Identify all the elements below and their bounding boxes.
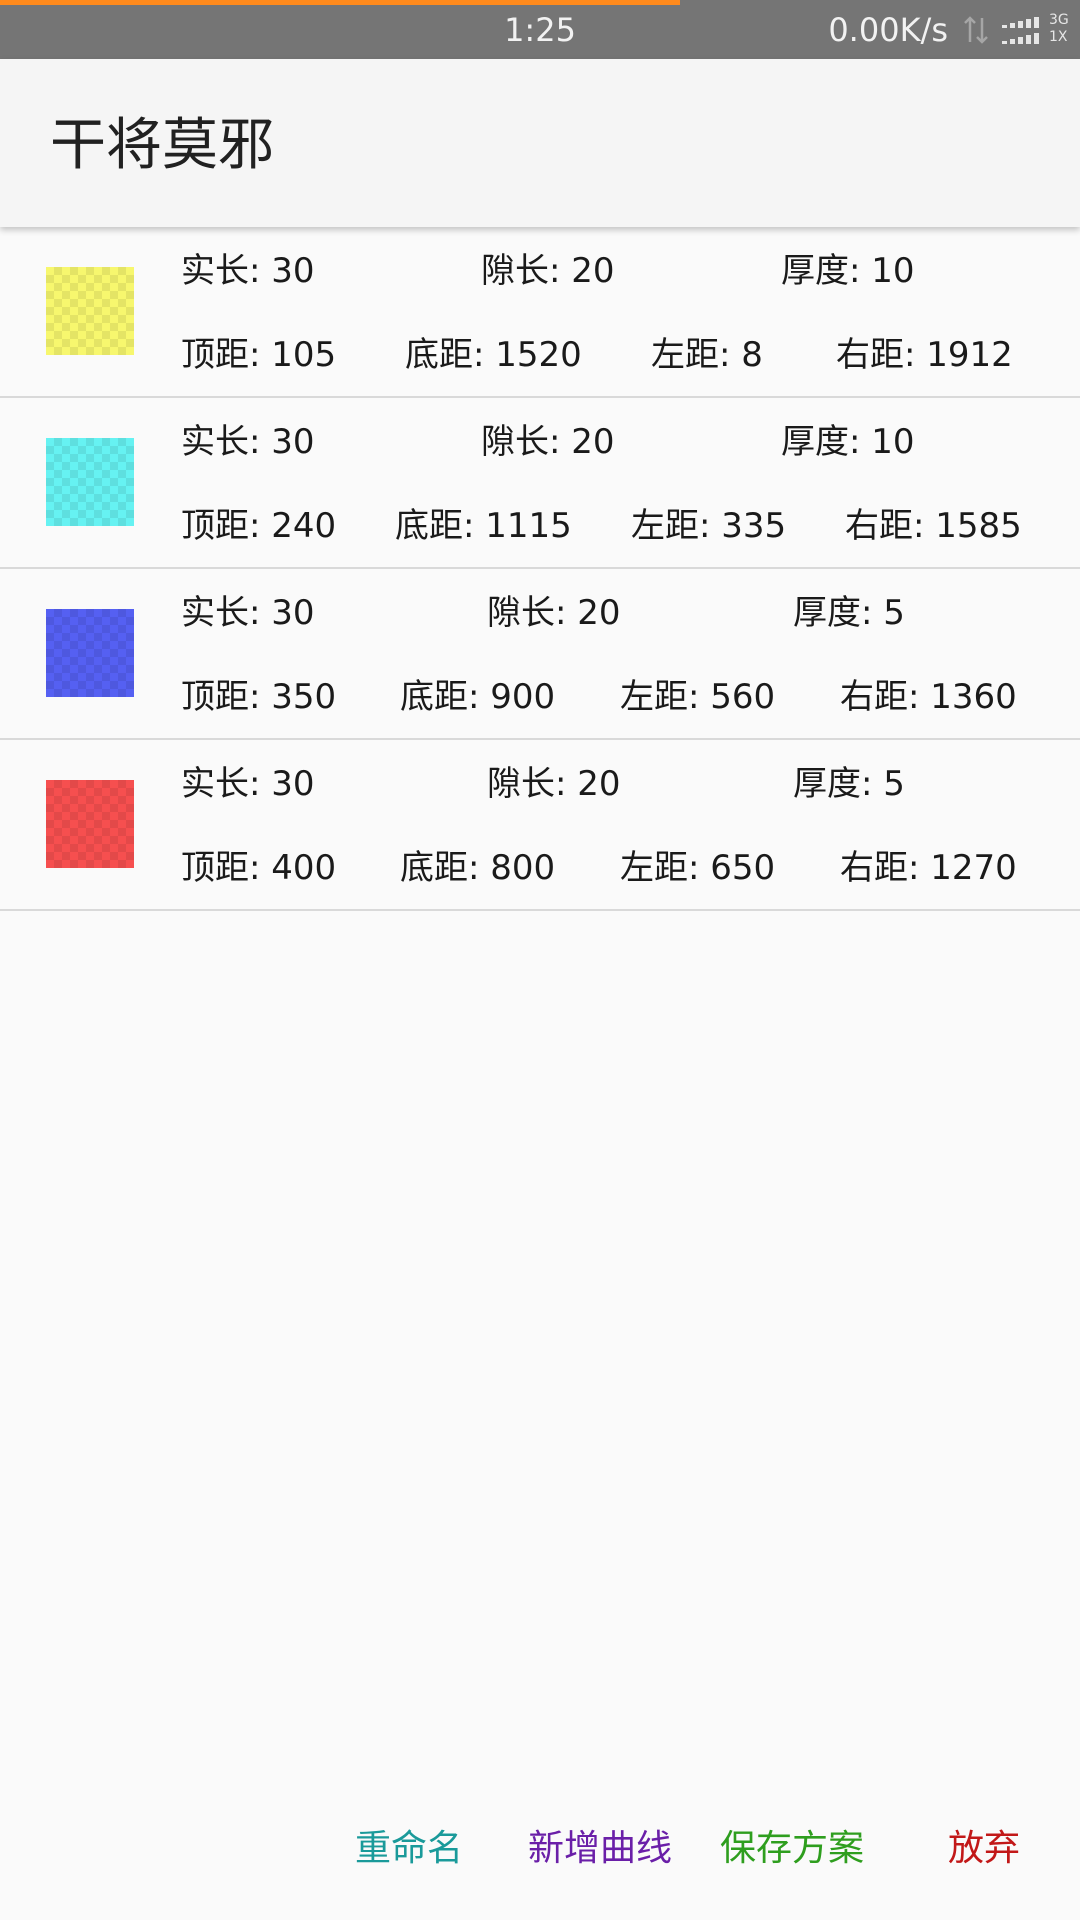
bottom-distance: 底距: 800 [400,848,556,888]
curve-list: 实长: 30 隙长: 20 厚度: 10 顶距: 105 底距: 1520 左距… [0,227,1080,911]
left-distance: 左距: 650 [620,848,776,888]
top-distance: 顶距: 350 [181,677,337,717]
top-distance: 顶距: 240 [181,506,337,546]
thickness: 厚度: 10 [781,251,915,291]
network-type-top: 3G [1049,12,1069,28]
download-progress-bar [0,0,681,5]
thickness: 厚度: 5 [793,593,905,633]
left-distance: 左距: 8 [651,335,763,375]
real-length: 实长: 30 [181,764,315,804]
color-swatch[interactable] [46,609,134,697]
top-distance: 顶距: 400 [181,848,337,888]
network-type-bottom: 1X [1049,29,1068,45]
page-title: 干将莫邪 [50,113,274,178]
gap-length: 隙长: 20 [481,422,615,462]
app-bar: 干将莫邪 [0,59,1080,227]
discard-button[interactable]: 放弃 [948,1824,1020,1874]
rename-button[interactable]: 重命名 [355,1824,463,1874]
list-item[interactable]: 实长: 30 隙长: 20 厚度: 10 顶距: 240 底距: 1115 左距… [0,398,1080,569]
list-item[interactable]: 实长: 30 隙长: 20 厚度: 5 顶距: 350 底距: 900 左距: … [0,569,1080,740]
signal-strength-icon [1002,17,1039,44]
gap-length: 隙长: 20 [487,593,621,633]
add-curve-button[interactable]: 新增曲线 [528,1824,672,1874]
real-length: 实长: 30 [181,251,315,291]
top-distance: 顶距: 105 [181,335,337,375]
color-swatch[interactable] [46,438,134,526]
thickness: 厚度: 10 [781,422,915,462]
right-distance: 右距: 1912 [836,335,1013,375]
bottom-distance: 底距: 1115 [395,506,572,546]
data-transfer-icon [964,16,988,44]
thickness: 厚度: 5 [793,764,905,804]
color-swatch[interactable] [46,780,134,868]
real-length: 实长: 30 [181,593,315,633]
list-item[interactable]: 实长: 30 隙长: 20 厚度: 5 顶距: 400 底距: 800 左距: … [0,740,1080,911]
save-plan-button[interactable]: 保存方案 [720,1824,864,1874]
status-bar: 1:25 0.00K/s 3G 1X [0,0,1080,59]
bottom-distance: 底距: 900 [400,677,556,717]
gap-length: 隙长: 20 [481,251,615,291]
color-swatch[interactable] [46,267,134,355]
right-distance: 右距: 1270 [840,848,1017,888]
network-type-label: 3G 1X [1049,12,1069,46]
right-distance: 右距: 1360 [840,677,1017,717]
left-distance: 左距: 335 [631,506,787,546]
left-distance: 左距: 560 [620,677,776,717]
gap-length: 隙长: 20 [487,764,621,804]
bottom-distance: 底距: 1520 [405,335,582,375]
right-distance: 右距: 1585 [845,506,1022,546]
network-speed: 0.00K/s [828,11,948,49]
real-length: 实长: 30 [181,422,315,462]
list-item[interactable]: 实长: 30 隙长: 20 厚度: 10 顶距: 105 底距: 1520 左距… [0,227,1080,398]
